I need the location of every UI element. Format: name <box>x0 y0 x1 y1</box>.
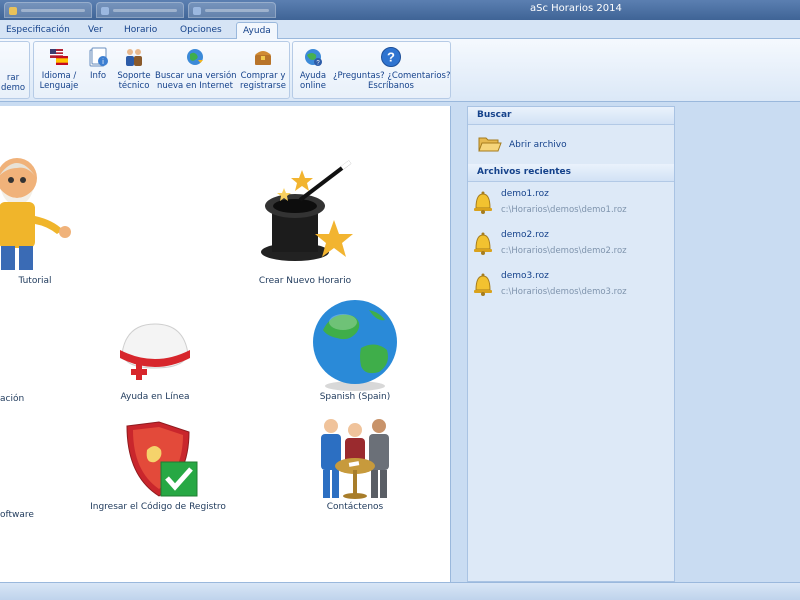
support-button[interactable]: Soporte técnico <box>115 46 153 91</box>
window-title: aSc Horarios 2014 <box>530 3 622 14</box>
tab-ayuda[interactable]: Ayuda <box>236 22 278 39</box>
start-panel: Tutorial Crear Nuevo Horario ación Ayuda… <box>0 106 451 582</box>
browser-tab[interactable] <box>188 2 276 18</box>
questions-comments-button[interactable]: ? ¿Preguntas? ¿Comentarios? Escríbanos <box>333 46 450 91</box>
bell-file-icon <box>474 273 492 296</box>
recent-file-name: demo2.roz <box>501 230 549 240</box>
contact-us-tile[interactable]: Contáctenos <box>290 414 420 512</box>
tab-horario[interactable]: Horario <box>118 22 163 39</box>
enter-registration-code-tile[interactable]: Ingresar el Código de Registro <box>88 420 228 512</box>
recent-file-item[interactable]: demo1.roz c:\Horarios\demos\demo1.roz <box>468 185 674 221</box>
recent-file-item[interactable]: demo2.roz c:\Horarios\demos\demo2.roz <box>468 226 674 262</box>
spanish-spain-tile[interactable]: Spanish (Spain) <box>290 296 420 402</box>
question-mark-icon: ? <box>381 47 401 67</box>
recent-file-path: c:\Horarios\demos\demo3.roz <box>501 287 627 297</box>
buy-register-button[interactable]: Comprar y registrarse <box>237 46 289 91</box>
browser-tab[interactable] <box>4 2 92 18</box>
contact-us-label: Contáctenos <box>326 502 384 512</box>
bell-file-icon <box>474 191 492 214</box>
bell-file-icon <box>474 232 492 255</box>
ribbon: rar demo Idioma / Lenguaje i Info Soport… <box>0 39 800 102</box>
recent-file-item[interactable]: demo3.roz c:\Horarios\demos\demo3.roz <box>468 267 674 303</box>
online-help-globe-icon: ? <box>305 49 322 67</box>
online-help-tile[interactable]: Ayuda en Línea <box>95 314 215 402</box>
magic-hat-icon <box>261 160 353 261</box>
search-header: Buscar <box>468 107 674 125</box>
info-button[interactable]: i Info <box>85 46 111 81</box>
svg-text:?: ? <box>387 50 395 65</box>
online-help-label: Ayuda en Línea <box>120 392 190 402</box>
recent-file-name: demo1.roz <box>501 189 549 199</box>
recent-file-path: c:\Horarios\demos\demo1.roz <box>501 205 627 215</box>
create-new-timetable-label: Crear Nuevo Horario <box>258 276 352 286</box>
business-people-icon <box>321 419 389 499</box>
partial-tile-row3-label: oftware <box>0 510 34 520</box>
tutorial-label: Tutorial <box>18 276 52 286</box>
partial-tile-row2[interactable]: ación <box>0 394 30 404</box>
recent-file-name: demo3.roz <box>501 271 549 281</box>
side-panel: Buscar Abrir archivo Archivos recientes … <box>467 106 675 582</box>
flags-icon <box>50 49 68 65</box>
folder-open-icon <box>478 137 502 152</box>
create-new-timetable-tile[interactable]: Crear Nuevo Horario <box>240 154 370 286</box>
check-update-button[interactable]: Buscar una versión nueva en Internet <box>155 46 237 91</box>
globe-icon <box>313 300 397 391</box>
treasure-chest-icon <box>255 51 271 65</box>
workspace-background <box>675 106 800 582</box>
enter-registration-code-label: Ingresar el Código de Registro <box>90 502 226 512</box>
ribbon-group-online: ? Ayuda online ? ¿Preguntas? ¿Comentario… <box>292 41 451 99</box>
browser-tab[interactable] <box>96 2 184 18</box>
tab-opciones[interactable]: Opciones <box>174 22 228 39</box>
title-bar: aSc Horarios 2014 <box>0 0 800 20</box>
info-icon: i <box>89 47 108 67</box>
online-help-button[interactable]: ? Ayuda online <box>295 46 331 91</box>
people-support-icon <box>126 49 142 66</box>
tab-especificacion[interactable]: Especificación <box>0 22 76 39</box>
tab-ver[interactable]: Ver <box>82 22 109 39</box>
recent-files-header: Archivos recientes <box>468 164 674 182</box>
demo-button[interactable]: rar demo <box>0 73 29 93</box>
panel-splitter[interactable] <box>451 106 467 582</box>
ribbon-tab-bar: Especificación Ver Horario Opciones Ayud… <box>0 20 800 39</box>
partial-tile-row2-label: ación <box>0 394 25 404</box>
tutorial-tile[interactable]: Tutorial <box>0 146 80 286</box>
ribbon-group-help: Idioma / Lenguaje i Info Soporte técnico… <box>33 41 290 99</box>
partial-tile-row3[interactable]: oftware <box>0 510 34 520</box>
shield-check-icon <box>126 421 198 497</box>
spanish-spain-label: Spanish (Spain) <box>319 392 391 402</box>
nurse-cap-icon <box>120 323 190 380</box>
language-button[interactable]: Idioma / Lenguaje <box>37 46 81 91</box>
open-file-button[interactable]: Abrir archivo <box>468 133 674 157</box>
open-file-label: Abrir archivo <box>509 140 567 150</box>
recent-file-path: c:\Horarios\demos\demo2.roz <box>501 246 627 256</box>
teacher-mascot-icon <box>0 158 71 270</box>
status-bar <box>0 582 800 600</box>
ribbon-group-demo: rar demo <box>0 41 30 99</box>
globe-update-icon <box>187 49 203 65</box>
